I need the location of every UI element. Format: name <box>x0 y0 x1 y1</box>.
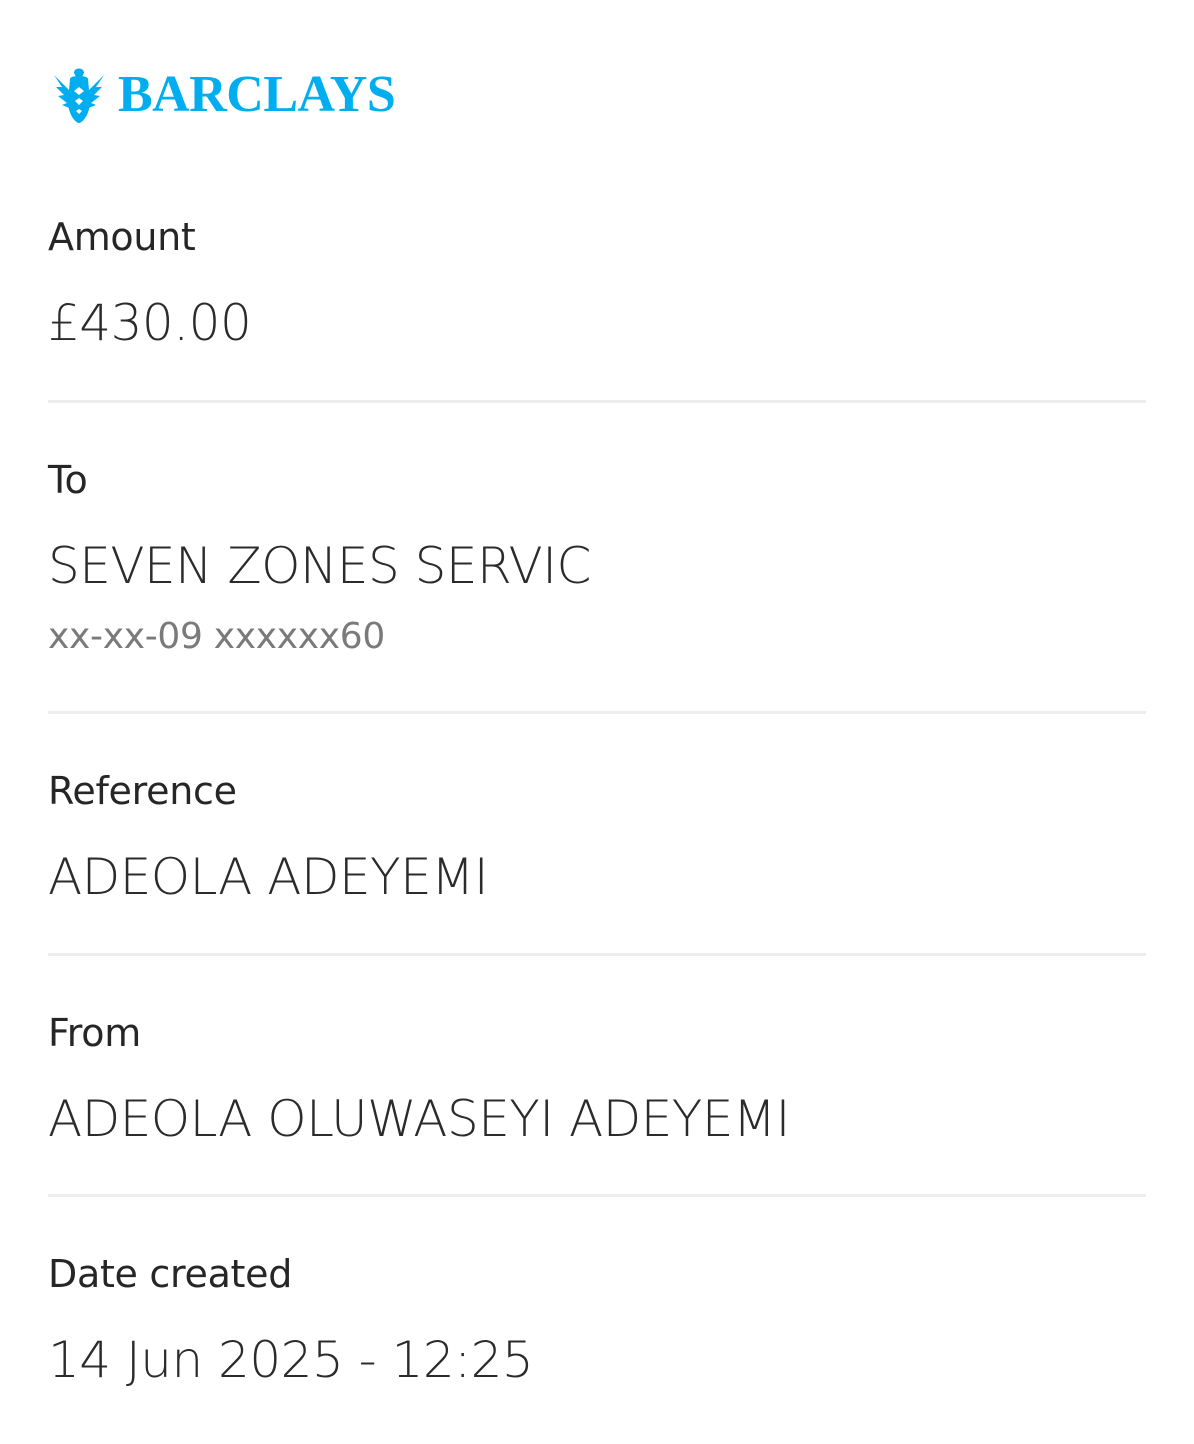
reference-value: ADEOLA ADEYEMI <box>48 848 489 906</box>
to-label: To <box>48 458 88 502</box>
amount-label: Amount <box>48 215 196 259</box>
from-label: From <box>48 1011 141 1055</box>
to-section: To SEVEN ZONES SERVIC xx-xx-09 xxxxxx60 <box>48 461 1146 655</box>
reference-label: Reference <box>48 769 237 813</box>
payee-account-number: xx-xx-09 xxxxxx60 <box>48 616 385 657</box>
amount-value: £430.00 <box>48 294 252 352</box>
reference-section: Reference ADEOLA ADEYEMI <box>48 772 1146 902</box>
divider <box>48 400 1146 403</box>
brand-name: BARCLAYS <box>118 66 396 123</box>
eagle-icon <box>54 68 104 123</box>
payment-details-page: BARCLAYS Amount £430.00 To SEVEN ZONES S… <box>0 0 1194 1444</box>
date-created-value: 14 Jun 2025 - 12:25 <box>48 1331 534 1389</box>
divider <box>48 953 1146 956</box>
date-created-label: Date created <box>48 1252 293 1296</box>
from-value: ADEOLA OLUWASEYI ADEYEMI <box>48 1090 790 1148</box>
from-section: From ADEOLA OLUWASEYI ADEYEMI <box>48 1014 1146 1144</box>
divider <box>48 1194 1146 1197</box>
payee-name: SEVEN ZONES SERVIC <box>48 537 591 595</box>
date-created-section: Date created 14 Jun 2025 - 12:25 <box>48 1255 1146 1385</box>
amount-section: Amount £430.00 <box>48 218 1146 348</box>
divider <box>48 711 1146 714</box>
barclays-logo: BARCLAYS <box>52 64 396 126</box>
